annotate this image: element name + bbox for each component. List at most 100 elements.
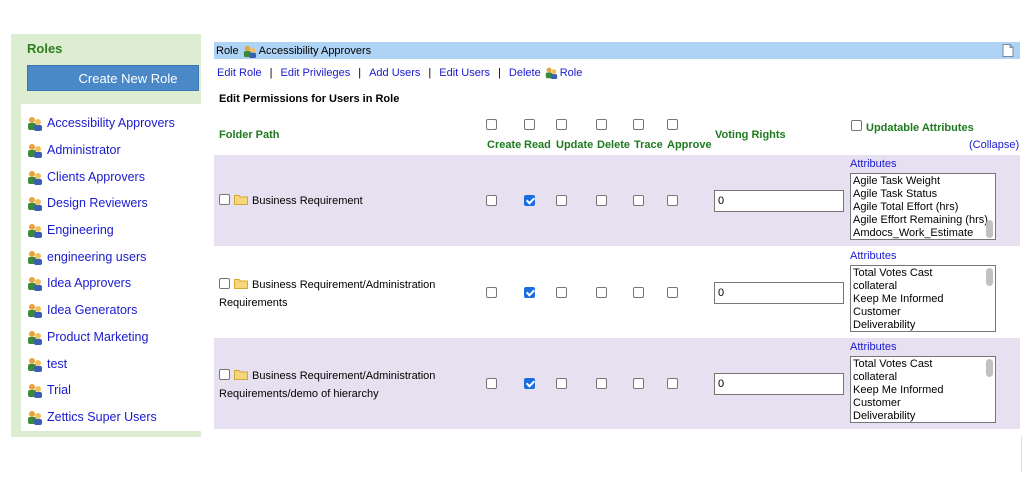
collapse-link[interactable]: (Collapse) — [969, 139, 1019, 151]
update-checkbox[interactable] — [556, 195, 567, 206]
role-item[interactable]: Engineering — [21, 217, 201, 244]
attribute-option[interactable]: Agile Total Effort (hrs) — [853, 201, 993, 214]
role-item[interactable]: Design Reviewers — [21, 190, 201, 217]
folder-icon — [234, 370, 248, 380]
approve-checkbox[interactable] — [667, 287, 678, 298]
create-checkbox[interactable] — [486, 378, 497, 389]
tab-separator: | — [269, 66, 273, 79]
create-checkbox[interactable] — [486, 195, 497, 206]
attributes-scrollbar[interactable] — [986, 359, 993, 377]
voting-rights-input[interactable] — [714, 190, 844, 212]
role-item[interactable]: Administrator — [21, 137, 201, 164]
folder-path-line2: Requirements/demo of hierarchy — [219, 388, 379, 400]
attribute-option[interactable]: Total Votes Cast — [853, 358, 993, 371]
role-item[interactable]: Idea Approvers — [21, 270, 201, 297]
voting-rights-input[interactable] — [714, 373, 844, 395]
row-select-checkbox[interactable] — [219, 194, 230, 205]
trace-checkbox[interactable] — [633, 378, 644, 389]
voting-rights-input[interactable] — [714, 282, 844, 304]
role-list: Accessibility Approvers Administrator Clie… — [21, 104, 201, 431]
update-all-checkbox[interactable] — [556, 119, 567, 130]
attribute-option[interactable]: Keep Me Informed — [853, 384, 993, 397]
attribute-option[interactable]: Keep Me Informed — [853, 293, 993, 306]
role-users-icon — [28, 410, 42, 425]
approve-checkbox[interactable] — [667, 378, 678, 389]
delete-checkbox[interactable] — [596, 378, 607, 389]
role-users-icon — [28, 304, 42, 319]
attributes-listbox[interactable]: Total Votes Cast collateral Keep Me Inform… — [850, 265, 996, 332]
approve-all-checkbox[interactable] — [667, 119, 678, 130]
row-select-checkbox[interactable] — [219, 278, 230, 289]
role-users-icon — [28, 224, 42, 239]
trace-checkbox[interactable] — [633, 287, 644, 298]
role-item-label: test — [47, 356, 68, 371]
role-item[interactable]: test — [21, 350, 201, 377]
create-checkbox[interactable] — [486, 287, 497, 298]
attributes-scrollbar[interactable] — [986, 220, 993, 238]
delete-all-checkbox[interactable] — [596, 119, 607, 130]
create-all-checkbox[interactable] — [486, 119, 497, 130]
approve-checkbox[interactable] — [667, 195, 678, 206]
column-update: Update — [556, 139, 594, 151]
sidebar-title: Roles — [27, 41, 63, 56]
read-all-checkbox[interactable] — [524, 119, 535, 130]
attributes-listbox[interactable]: Total Votes Cast collateral Keep Me Inform… — [850, 356, 996, 423]
delete-checkbox[interactable] — [596, 287, 607, 298]
updatable-attributes-checkbox[interactable] — [851, 120, 862, 131]
attribute-option[interactable]: Agile Effort Remaining (hrs) — [853, 214, 993, 227]
attribute-option[interactable]: collateral — [853, 371, 993, 384]
role-users-icon — [28, 250, 42, 265]
role-item-label: Trial — [47, 383, 71, 398]
tab-edit-role[interactable]: Edit Role — [217, 67, 262, 79]
tab-delete-role[interactable]: Delete Role — [509, 66, 582, 79]
attributes-link[interactable]: Attributes — [850, 341, 896, 353]
attribute-option[interactable]: Customer — [853, 306, 993, 319]
role-users-icon — [28, 170, 42, 185]
attributes-link[interactable]: Attributes — [850, 158, 896, 170]
create-new-role-button[interactable]: Create New Role — [27, 65, 199, 91]
role-item[interactable]: Zettics Super Users — [21, 404, 201, 431]
column-trace: Trace — [634, 139, 663, 151]
read-checkbox[interactable] — [524, 378, 535, 389]
attributes-scrollbar[interactable] — [986, 268, 993, 286]
row-select-checkbox[interactable] — [219, 369, 230, 380]
update-checkbox[interactable] — [556, 378, 567, 389]
role-users-icon — [28, 277, 42, 292]
tab-add-users[interactable]: Add Users — [369, 67, 420, 79]
role-item[interactable]: Idea Generators — [21, 297, 201, 324]
document-icon[interactable] — [1002, 44, 1014, 57]
attribute-option[interactable]: Amdocs_Work_Estimate — [853, 227, 993, 239]
roles-sidebar: Roles Create New Role Accessibility Appr… — [11, 34, 201, 437]
role-item[interactable]: engineering users — [21, 243, 201, 270]
attribute-option[interactable]: Agile Task Status — [853, 188, 993, 201]
folder-path-cell: Business Requirement — [219, 192, 449, 210]
role-item[interactable]: Product Marketing — [21, 324, 201, 351]
delete-checkbox[interactable] — [596, 195, 607, 206]
permission-row: Business Requirement Attributes Agile Task… — [214, 155, 1020, 246]
trace-all-checkbox[interactable] — [633, 119, 644, 130]
tab-edit-users[interactable]: Edit Users — [439, 67, 490, 79]
attribute-option[interactable]: collateral — [853, 280, 993, 293]
role-item[interactable]: Trial — [21, 377, 201, 404]
attribute-option[interactable]: Customer — [853, 397, 993, 410]
read-checkbox[interactable] — [524, 287, 535, 298]
role-item[interactable]: Accessibility Approvers — [21, 110, 201, 137]
folder-icon — [234, 195, 248, 205]
section-title: Edit Permissions for Users in Role — [219, 93, 400, 105]
trace-checkbox[interactable] — [633, 195, 644, 206]
tab-separator: | — [428, 66, 432, 79]
attribute-option[interactable]: Total Votes Cast — [853, 267, 993, 280]
attributes-listbox[interactable]: Agile Task Weight Agile Task Status Agile … — [850, 173, 996, 240]
read-checkbox[interactable] — [524, 195, 535, 206]
role-item-label: engineering users — [47, 249, 147, 264]
attribute-option[interactable]: Deliverability — [853, 410, 993, 422]
role-item-label: Accessibility Approvers — [47, 116, 175, 131]
attributes-link[interactable]: Attributes — [850, 250, 896, 262]
role-actions-tabs: Edit Role | Edit Privileges | Add Users … — [217, 66, 582, 79]
attribute-option[interactable]: Agile Task Weight — [853, 175, 993, 188]
role-item[interactable]: Clients Approvers — [21, 163, 201, 190]
update-checkbox[interactable] — [556, 287, 567, 298]
tab-edit-privileges[interactable]: Edit Privileges — [281, 67, 351, 79]
attribute-option[interactable]: Deliverability — [853, 319, 993, 331]
folder-path-line1: Business Requirement/Administration — [252, 370, 436, 382]
